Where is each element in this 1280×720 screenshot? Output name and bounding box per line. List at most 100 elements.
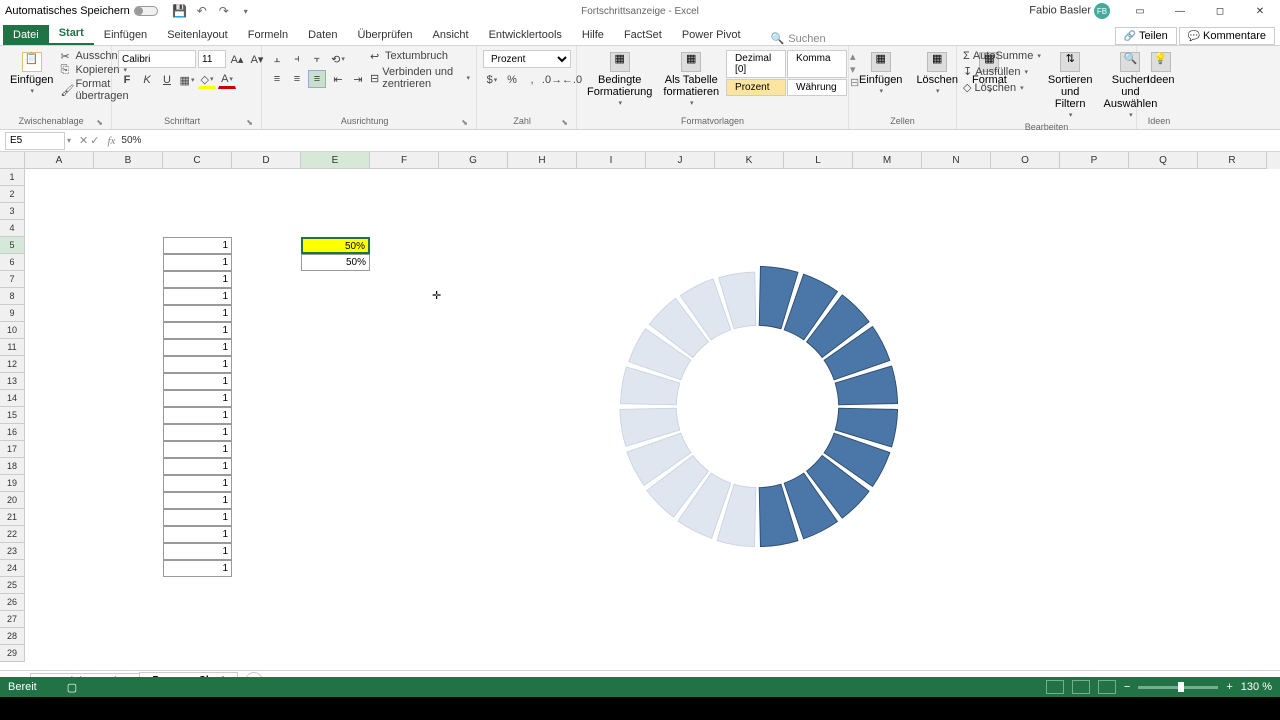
col-header-P[interactable]: P <box>1060 152 1129 169</box>
row-header-4[interactable]: 4 <box>0 220 25 237</box>
col-header-H[interactable]: H <box>508 152 577 169</box>
minimize-icon[interactable]: — <box>1165 1 1195 21</box>
row-header-18[interactable]: 18 <box>0 458 25 475</box>
autosum-button[interactable]: Σ AutoSumme▾ <box>963 50 1041 62</box>
number-format-select[interactable]: Prozent <box>483 50 571 68</box>
row-header-6[interactable]: 6 <box>0 254 25 271</box>
name-box[interactable] <box>5 132 65 150</box>
fill-color-button[interactable]: ◇▾ <box>198 71 216 89</box>
zoom-level[interactable]: 130 % <box>1241 681 1272 693</box>
cell-c23[interactable]: 1 <box>163 543 232 560</box>
tab-powerpivot[interactable]: Power Pivot <box>672 25 751 45</box>
cell-c14[interactable]: 1 <box>163 390 232 407</box>
col-header-G[interactable]: G <box>439 152 508 169</box>
font-color-button[interactable]: A▾ <box>218 71 236 89</box>
row-header-24[interactable]: 24 <box>0 560 25 577</box>
undo-icon[interactable]: ↶ <box>195 4 209 18</box>
increase-indent-icon[interactable]: ⇥ <box>349 70 367 88</box>
align-top-icon[interactable]: ⫠ <box>268 50 286 68</box>
font-size-select[interactable] <box>198 50 226 68</box>
page-layout-view-icon[interactable] <box>1072 680 1090 694</box>
cell-c17[interactable]: 1 <box>163 441 232 458</box>
tab-factset[interactable]: FactSet <box>614 25 672 45</box>
page-break-view-icon[interactable] <box>1098 680 1116 694</box>
row-header-19[interactable]: 19 <box>0 475 25 492</box>
normal-view-icon[interactable] <box>1046 680 1064 694</box>
user-name[interactable]: Fabio BaslerFB <box>1029 3 1110 19</box>
paste-button[interactable]: 📋Einfügen▾ <box>6 50 57 98</box>
row-header-27[interactable]: 27 <box>0 611 25 628</box>
selected-cell-e5[interactable]: 50% <box>301 237 370 254</box>
ribbon-display-icon[interactable]: ▭ <box>1125 1 1155 21</box>
row-header-9[interactable]: 9 <box>0 305 25 322</box>
col-header-D[interactable]: D <box>232 152 301 169</box>
bold-button[interactable]: F <box>118 71 136 89</box>
worksheet-grid[interactable]: ABCDEFGHIJKLMNOPQR 123456789101112131415… <box>0 152 1280 670</box>
ideas-button[interactable]: 💡Ideen <box>1143 50 1179 88</box>
col-header-O[interactable]: O <box>991 152 1060 169</box>
tab-daten[interactable]: Daten <box>298 25 347 45</box>
cell-c5[interactable]: 1 <box>163 237 232 254</box>
col-header-R[interactable]: R <box>1198 152 1267 169</box>
cell-e6[interactable]: 50% <box>301 254 370 271</box>
format-as-table-button[interactable]: ▦Als Tabelle formatieren▾ <box>659 50 723 110</box>
row-header-1[interactable]: 1 <box>0 169 25 186</box>
autosave-toggle[interactable]: Automatisches Speichern <box>5 5 158 17</box>
cell-style-waehrung[interactable]: Währung <box>787 79 847 96</box>
cell-c19[interactable]: 1 <box>163 475 232 492</box>
fill-button[interactable]: ↧ Ausfüllen▾ <box>963 65 1041 78</box>
cell-c20[interactable]: 1 <box>163 492 232 509</box>
row-header-14[interactable]: 14 <box>0 390 25 407</box>
merge-center-button[interactable]: ⊟Verbinden und zentrieren▾ <box>370 66 470 90</box>
qat-customize-icon[interactable]: ▾ <box>239 4 253 18</box>
cell-c24[interactable]: 1 <box>163 560 232 577</box>
tab-hilfe[interactable]: Hilfe <box>572 25 614 45</box>
cancel-formula-icon[interactable]: ✕ <box>79 134 88 147</box>
row-header-23[interactable]: 23 <box>0 543 25 560</box>
decrease-indent-icon[interactable]: ⇤ <box>329 70 347 88</box>
increase-font-icon[interactable]: A▴ <box>228 50 246 68</box>
tab-file[interactable]: Datei <box>3 25 49 45</box>
zoom-slider[interactable] <box>1138 686 1218 689</box>
row-header-25[interactable]: 25 <box>0 577 25 594</box>
cell-style-dezimal[interactable]: Dezimal [0] <box>726 50 786 78</box>
cell-style-komma[interactable]: Komma <box>787 50 847 78</box>
underline-button[interactable]: U <box>158 71 176 89</box>
tab-formeln[interactable]: Formeln <box>238 25 298 45</box>
col-header-K[interactable]: K <box>715 152 784 169</box>
sort-filter-button[interactable]: ⇅Sortieren und Filtern▾ <box>1044 50 1097 122</box>
cell-c12[interactable]: 1 <box>163 356 232 373</box>
cell-c21[interactable]: 1 <box>163 509 232 526</box>
cell-c10[interactable]: 1 <box>163 322 232 339</box>
row-header-10[interactable]: 10 <box>0 322 25 339</box>
align-right-icon[interactable]: ≡ <box>308 70 326 88</box>
accounting-format-icon[interactable]: $▾ <box>483 71 501 89</box>
select-all-corner[interactable] <box>0 152 25 169</box>
tab-seitenlayout[interactable]: Seitenlayout <box>157 25 238 45</box>
tell-me-search[interactable]: 🔍 Suchen <box>771 32 826 45</box>
conditional-formatting-button[interactable]: ▦Bedingte Formatierung▾ <box>583 50 656 110</box>
col-header-A[interactable]: A <box>25 152 94 169</box>
zoom-out-icon[interactable]: − <box>1124 681 1130 693</box>
formula-input[interactable]: 50% <box>121 135 141 146</box>
row-header-21[interactable]: 21 <box>0 509 25 526</box>
row-header-17[interactable]: 17 <box>0 441 25 458</box>
enter-formula-icon[interactable]: ✓ <box>90 134 99 147</box>
col-header-E[interactable]: E <box>301 152 370 169</box>
row-header-29[interactable]: 29 <box>0 645 25 662</box>
col-header-M[interactable]: M <box>853 152 922 169</box>
row-header-20[interactable]: 20 <box>0 492 25 509</box>
insert-cells-button[interactable]: ▦Einfügen▾ <box>855 50 906 98</box>
cell-c13[interactable]: 1 <box>163 373 232 390</box>
tab-entwicklertools[interactable]: Entwicklertools <box>479 25 572 45</box>
share-button[interactable]: 🔗 Teilen <box>1115 27 1177 45</box>
clear-button[interactable]: ◇ Löschen▾ <box>963 81 1041 94</box>
align-bottom-icon[interactable]: ⫟ <box>308 50 326 68</box>
col-header-J[interactable]: J <box>646 152 715 169</box>
increase-decimal-icon[interactable]: .0→ <box>543 71 561 89</box>
cell-c16[interactable]: 1 <box>163 424 232 441</box>
tab-ueberpruefen[interactable]: Überprüfen <box>347 25 422 45</box>
font-name-select[interactable] <box>118 50 196 68</box>
cell-c15[interactable]: 1 <box>163 407 232 424</box>
row-header-12[interactable]: 12 <box>0 356 25 373</box>
